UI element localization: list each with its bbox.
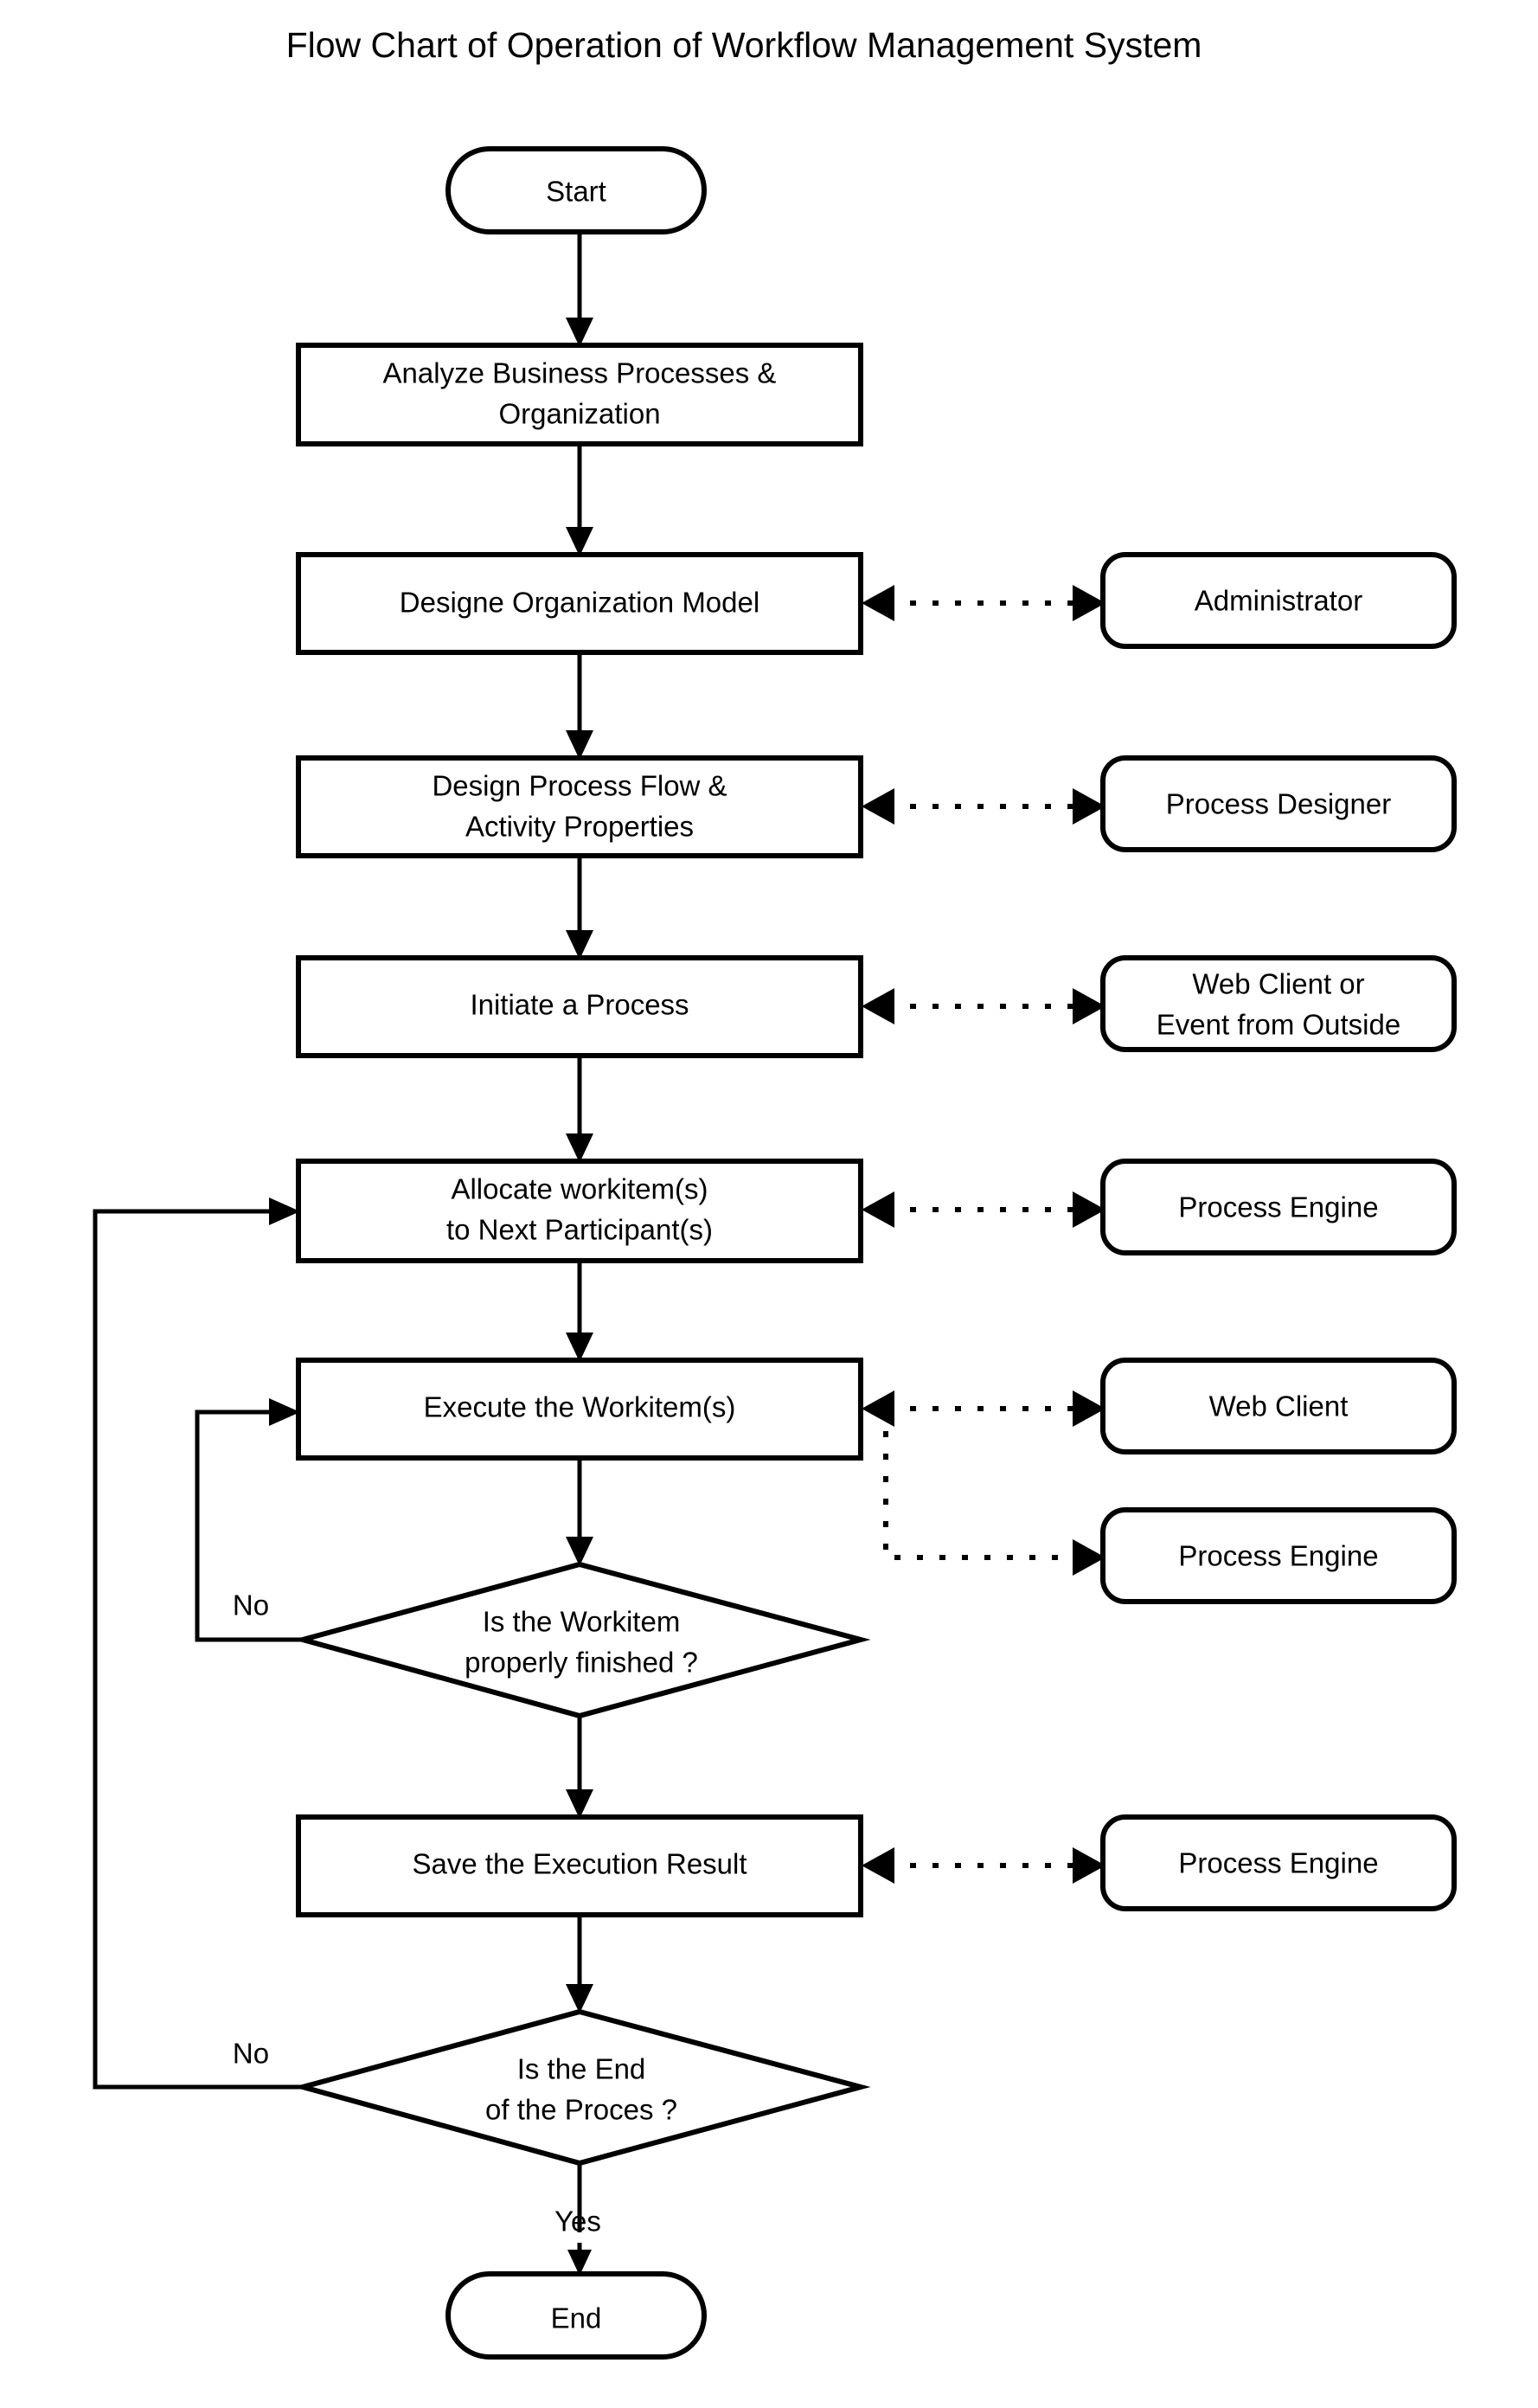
actor-process-engine-save[interactable]: Process Engine (1100, 1814, 1457, 1911)
edge-decision-workitem-to-save (566, 1716, 593, 1819)
node-analyze-business-processes[interactable]: Analyze Business Processes & Organizatio… (296, 343, 863, 446)
edge-design-flow-to-initiate (566, 856, 593, 960)
end-label: End (551, 2302, 602, 2334)
node-execute-the-workitems[interactable]: Execute the Workitem(s) (296, 1358, 863, 1461)
process-engine-execute-label: Process Engine (1178, 1540, 1378, 1572)
flowchart-svg: Flow Chart of Operation of Workflow Mana… (93, 25, 1457, 2360)
decision-workitem-label-line2: properly finished ? (465, 1647, 698, 1679)
allocate-label-line2: to Next Participant(s) (446, 1214, 713, 1246)
edge-save-to-decision-end (566, 1915, 593, 2013)
decision-end-label-line1: Is the End (517, 2053, 646, 2085)
analyze-label-line1: Analyze Business Processes & (383, 357, 777, 389)
actor-process-designer[interactable]: Process Designer (1100, 755, 1457, 852)
web-client-or-event-label-line1: Web Client or (1192, 968, 1364, 1000)
edge-decision-workitem-no-loop: No (195, 1398, 303, 1642)
edge-design-org-to-administrator (862, 585, 1105, 621)
administrator-label: Administrator (1195, 585, 1362, 617)
edge-initiate-to-web-client-or-event (862, 988, 1105, 1024)
flowchart-canvas: Flow Chart of Operation of Workflow Mana… (0, 0, 1538, 2408)
edge-save-to-process-engine (862, 1847, 1105, 1884)
design-org-label: Designe Organization Model (400, 587, 759, 619)
actor-web-client[interactable]: Web Client (1100, 1358, 1457, 1454)
node-start[interactable]: Start (445, 146, 707, 234)
decision-end-shape (292, 2008, 871, 2167)
branch-label-end-no: No (233, 2038, 269, 2070)
web-client-label: Web Client (1209, 1390, 1349, 1422)
branch-label-workitem-no: No (233, 1589, 269, 1621)
analyze-label-line2: Organization (498, 398, 660, 430)
node-decision-end-of-process[interactable]: Is the End of the Proces ? (292, 2008, 871, 2167)
edge-allocate-to-execute (566, 1261, 593, 1362)
edge-decision-end-no-loop: No (93, 1198, 303, 2090)
edge-initiate-to-allocate (566, 1056, 593, 1163)
edge-design-flow-to-process-designer (862, 788, 1105, 825)
process-engine-save-label: Process Engine (1178, 1847, 1378, 1879)
process-designer-label: Process Designer (1166, 788, 1391, 820)
edge-allocate-to-process-engine (862, 1191, 1105, 1228)
node-design-process-flow[interactable]: Design Process Flow & Activity Propertie… (296, 755, 863, 858)
design-flow-label-line2: Activity Properties (465, 811, 694, 843)
node-initiate-a-process[interactable]: Initiate a Process (296, 955, 863, 1058)
edge-start-to-analyze (566, 232, 593, 347)
node-design-organization-model[interactable]: Designe Organization Model (296, 552, 863, 655)
actor-web-client-or-event[interactable]: Web Client or Event from Outside (1100, 955, 1457, 1052)
allocate-label-line1: Allocate workitem(s) (451, 1173, 708, 1205)
actor-process-engine-allocate[interactable]: Process Engine (1100, 1159, 1457, 1255)
node-decision-workitem-finished[interactable]: Is the Workitem properly finished ? (292, 1561, 871, 1719)
edge-analyze-to-design-org (566, 444, 593, 556)
node-save-execution-result[interactable]: Save the Execution Result (296, 1814, 863, 1917)
process-engine-allocate-label: Process Engine (1178, 1191, 1378, 1223)
edge-execute-to-web-client (862, 1390, 1105, 1427)
save-result-label: Save the Execution Result (412, 1848, 747, 1880)
execute-label: Execute the Workitem(s) (424, 1391, 736, 1423)
page-title: Flow Chart of Operation of Workflow Mana… (286, 25, 1202, 65)
start-label: Start (546, 176, 606, 208)
branch-label-yes: Yes (554, 2206, 601, 2238)
design-flow-label-line1: Design Process Flow & (432, 770, 727, 802)
edge-design-org-to-design-flow (566, 652, 593, 760)
node-allocate-workitems[interactable]: Allocate workitem(s) to Next Participant… (296, 1159, 863, 1263)
node-end[interactable]: End (445, 2271, 707, 2360)
initiate-label: Initiate a Process (470, 989, 689, 1021)
decision-end-label-line2: of the Proces ? (485, 2094, 677, 2126)
edge-execute-to-process-engine (883, 1409, 1105, 1576)
edge-decision-end-to-end: Yes (554, 2163, 601, 2276)
edge-execute-to-decision-workitem (566, 1458, 593, 1566)
decision-workitem-shape (292, 1561, 871, 1719)
web-client-or-event-label-line2: Event from Outside (1157, 1009, 1400, 1041)
actor-administrator[interactable]: Administrator (1100, 552, 1457, 649)
decision-workitem-label-line1: Is the Workitem (483, 1606, 681, 1638)
actor-process-engine-execute[interactable]: Process Engine (1100, 1507, 1457, 1604)
